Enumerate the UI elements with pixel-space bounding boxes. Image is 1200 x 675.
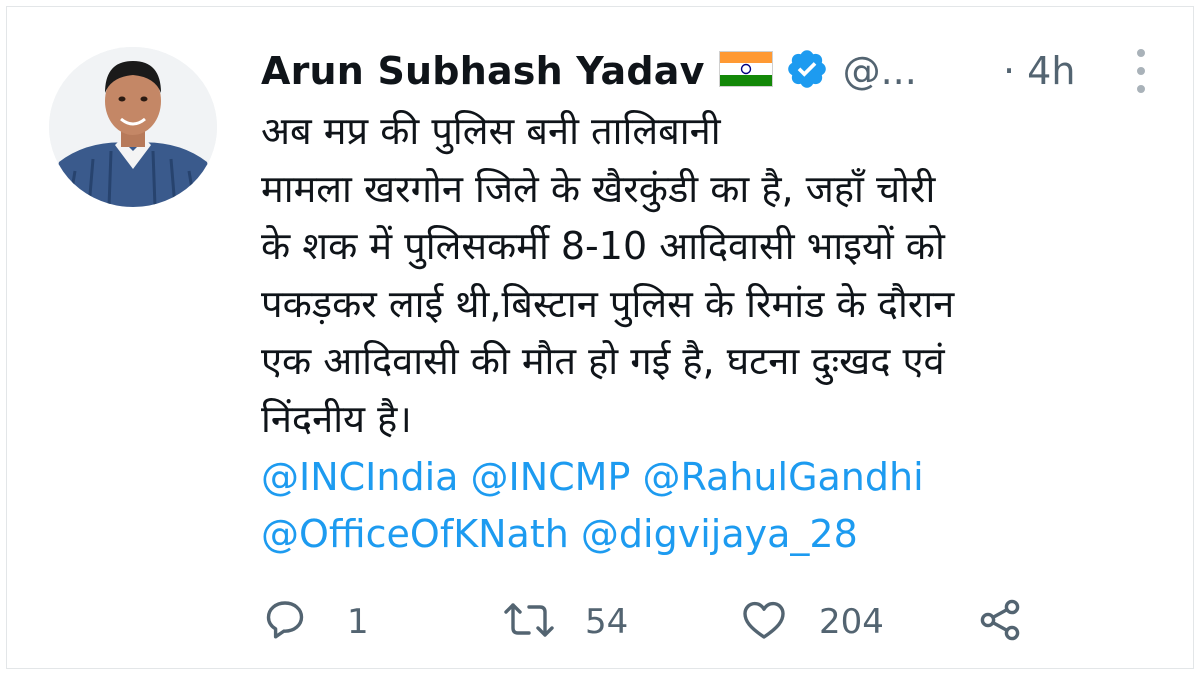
mentions: @INCIndia @INCMP @RahulGandhi @OfficeOfK… bbox=[261, 449, 1181, 564]
share-icon bbox=[975, 596, 1025, 648]
tweet-text-line: के शक में पुलिसकर्मी 8-10 आदिवासी भाइयों… bbox=[261, 224, 945, 269]
tweet-text-line: निंदनीय है। bbox=[261, 396, 412, 441]
tweet-body: अब मप्र की पुलिस बनी तालिबानी मामला खरगो… bbox=[261, 103, 1181, 564]
tweet-actions: 1 54 204 bbox=[7, 597, 1200, 647]
mention-incmp[interactable]: @INCMP bbox=[471, 455, 631, 499]
retweet-button[interactable]: 54 bbox=[499, 597, 628, 647]
tweet-text-line: पकड़कर लाई थी,बिस्टान पुलिस के रिमांड के… bbox=[261, 281, 955, 326]
mention-rahulgandhi[interactable]: @RahulGandhi bbox=[642, 455, 923, 499]
retweet-count: 54 bbox=[585, 602, 629, 642]
tweet-text-line: एक आदिवासी की मौत हो गई है, घटना दुःखद ए… bbox=[261, 339, 945, 384]
author-handle[interactable]: @... bbox=[843, 49, 917, 93]
tweet-text-line: अब मप्र की पुलिस बनी तालिबानी bbox=[261, 109, 721, 153]
verified-badge-icon bbox=[785, 47, 829, 95]
mention-digvijaya[interactable]: @digvijaya_28 bbox=[581, 512, 858, 556]
reply-button[interactable]: 1 bbox=[261, 597, 369, 647]
more-vertical-icon[interactable] bbox=[1131, 49, 1151, 93]
heart-icon bbox=[739, 596, 789, 648]
share-button[interactable] bbox=[975, 597, 1025, 647]
tweet-card: Arun Subhash Yadav @... · 4h अब मप्र की … bbox=[6, 6, 1194, 669]
retweet-icon bbox=[499, 596, 559, 648]
reply-icon bbox=[261, 596, 309, 648]
reply-count: 1 bbox=[347, 602, 369, 642]
tweet-text-line: मामला खरगोन जिले के खैरकुंडी का है, जहाँ… bbox=[261, 166, 936, 211]
tweet-timestamp[interactable]: · 4h bbox=[1003, 47, 1075, 95]
mention-incindia[interactable]: @INCIndia bbox=[261, 455, 458, 499]
tweet-header: Arun Subhash Yadav @... bbox=[261, 47, 917, 95]
india-flag-icon bbox=[718, 51, 773, 91]
mention-officeofknath[interactable]: @OfficeOfKNath bbox=[261, 512, 569, 556]
like-button[interactable]: 204 bbox=[739, 597, 884, 647]
author-name[interactable]: Arun Subhash Yadav bbox=[261, 49, 705, 93]
mentions-line: @INCIndia @INCMP @RahulGandhi bbox=[261, 449, 1181, 507]
mentions-line: @OfficeOfKNath @digvijaya_28 bbox=[261, 506, 1181, 564]
like-count: 204 bbox=[819, 602, 884, 642]
avatar[interactable] bbox=[49, 47, 217, 207]
avatar-photo bbox=[49, 47, 217, 207]
